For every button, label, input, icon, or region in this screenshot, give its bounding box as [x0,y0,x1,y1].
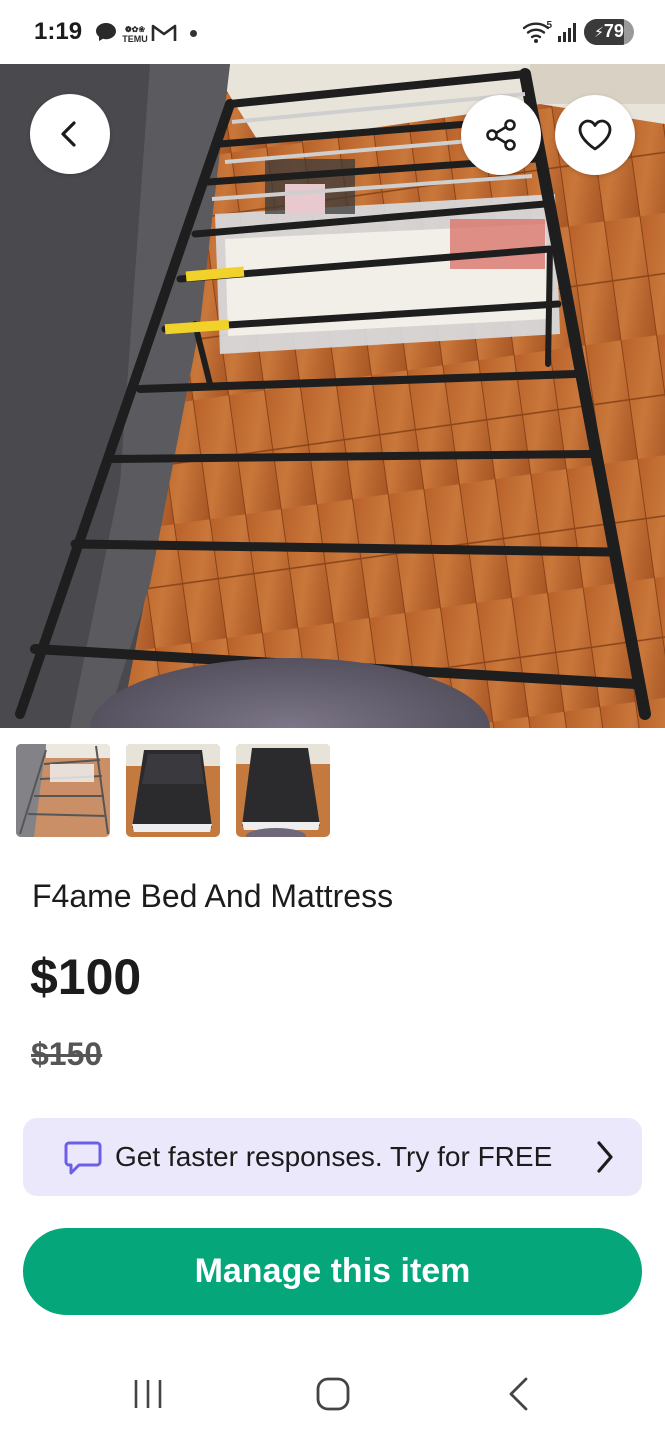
chat-bubble-icon [63,1140,103,1181]
chevron-right-icon [591,1139,617,1180]
original-price: $150 [31,1036,103,1072]
listing-title: F4ame Bed And Mattress [32,878,394,914]
dot-icon [190,30,197,37]
listing-price: $100 [30,949,142,1005]
battery-level-text: ⚡79 [594,21,624,41]
favorite-button[interactable] [555,95,635,175]
recent-apps-button[interactable] [130,1376,166,1417]
heart-icon [577,118,613,152]
recent-apps-icon [134,1380,162,1408]
share-button[interactable] [461,95,541,175]
temu-icon: ❁✿❀ TEMU [121,24,149,49]
home-icon [316,1377,350,1411]
nav-back-button[interactable] [502,1376,538,1417]
temu-text: TEMU [122,34,148,44]
listing-photo[interactable] [0,64,665,728]
status-bar: 1:19 ❁✿❀ TEMU 5 ⚡79 [0,0,665,64]
thumbnail-1[interactable] [16,744,110,837]
manage-item-label: Manage this item [194,1252,471,1290]
back-button[interactable] [30,94,110,174]
thumbnail-3[interactable] [236,744,330,837]
status-time: 1:19 [34,18,83,45]
svg-text:❁✿❀: ❁✿❀ [125,25,145,34]
wifi-band-label: 5 [546,20,552,31]
manage-item-button[interactable]: Manage this item [23,1228,642,1315]
chat-bubble-icon [94,20,118,49]
faster-responses-banner[interactable]: Get faster responses. Try for FREE [23,1118,642,1196]
back-arrow-icon [509,1377,528,1411]
thumbnail-2[interactable] [126,744,220,837]
promo-text: Get faster responses. Try for FREE [115,1141,553,1172]
signal-icon [556,20,580,49]
system-nav-bar [0,1348,665,1440]
share-icon [483,117,519,153]
thumbnail-strip [16,744,330,837]
wifi-icon: 5 [522,20,554,49]
battery-indicator: ⚡79 [584,19,634,45]
chevron-left-icon [55,119,85,149]
home-button[interactable] [314,1376,352,1417]
gmail-icon [151,23,177,48]
